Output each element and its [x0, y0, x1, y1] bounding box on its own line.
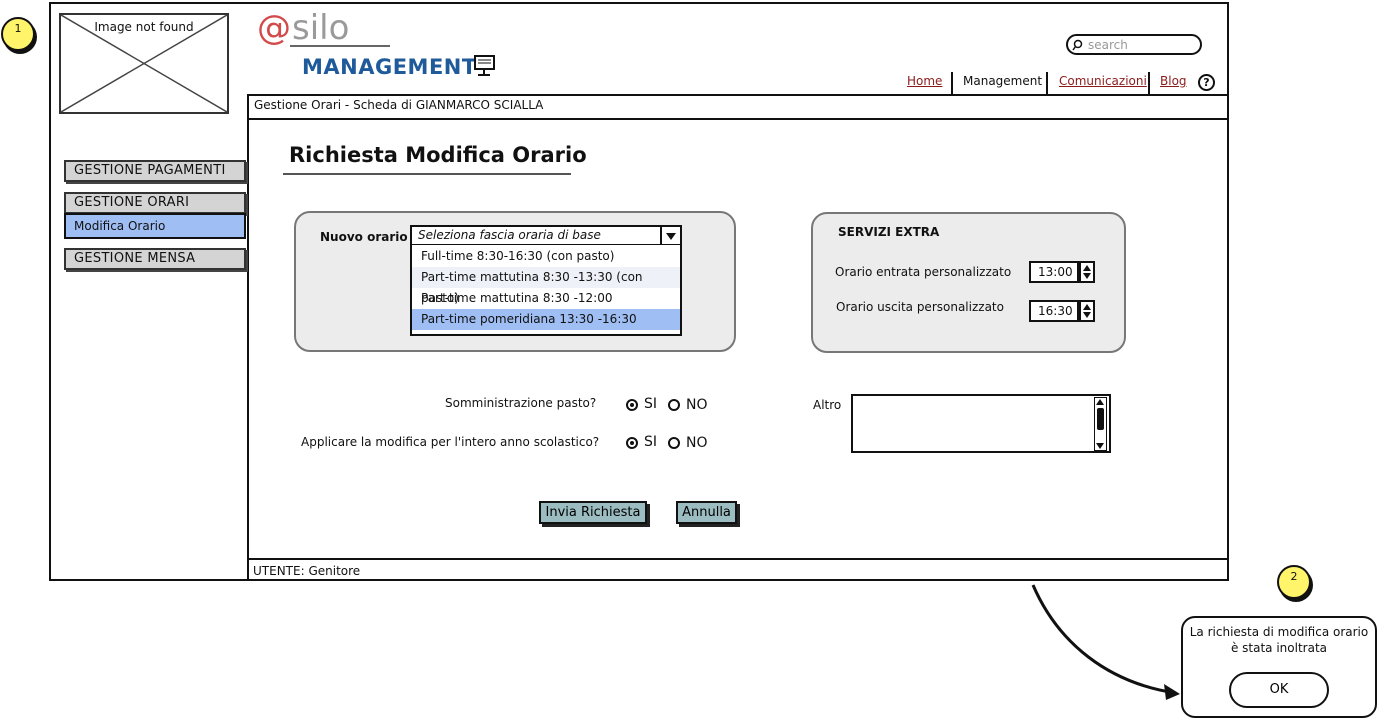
anno-no-label: NO — [686, 435, 708, 451]
dropdown-option[interactable]: Part-time mattutina 8:30 -13:30 (con pas… — [412, 267, 680, 305]
monitor-icon — [474, 55, 495, 76]
logo-name: silo — [292, 8, 350, 48]
dropdown-option[interactable]: Full-time 8:30-16:30 (con pasto) — [412, 246, 680, 267]
flow-arrow-icon — [1031, 584, 1180, 700]
help-icon[interactable]: ? — [1198, 74, 1215, 91]
logo-at: @ — [257, 8, 291, 48]
dropdown-option[interactable]: Part-time mattutina 8:30 -12:00 — [412, 288, 680, 309]
dialog-ok-button[interactable]: OK — [1229, 672, 1329, 708]
annotation-note-1: 1 — [1, 17, 35, 51]
nav-separator — [1148, 72, 1150, 94]
anno-no-radio[interactable] — [668, 437, 680, 449]
stepper-arrows-icon[interactable] — [1079, 261, 1095, 283]
annotation-number: 1 — [14, 22, 22, 35]
scroll-down-icon[interactable] — [1096, 443, 1104, 449]
altro-textarea[interactable] — [851, 394, 1111, 453]
footer-user-role: UTENTE: Genitore — [253, 564, 361, 578]
fascia-oraria-select[interactable]: Seleziona fascia oraria di base — [410, 225, 682, 246]
sidebar-item-gestione-pagamenti[interactable]: GESTIONE PAGAMENTI — [64, 160, 246, 182]
textarea-scrollbar[interactable] — [1094, 397, 1107, 451]
header-divider — [247, 94, 1229, 96]
nav-blog-link[interactable]: Blog — [1160, 74, 1187, 88]
stepper-arrows-icon[interactable] — [1079, 300, 1095, 322]
search-icon — [1072, 39, 1083, 51]
orario-entrata-label: Orario entrata personalizzato — [835, 265, 1012, 279]
orario-uscita-label: Orario uscita personalizzato — [836, 300, 1004, 314]
page-title: Richiesta Modifica Orario — [289, 143, 587, 167]
invia-richiesta-button[interactable]: Invia Richiesta — [539, 501, 647, 524]
sidebar-item-gestione-orari[interactable]: GESTIONE ORARI — [64, 192, 246, 214]
footer-divider — [247, 558, 1229, 560]
fascia-oraria-selected: Seleziona fascia oraria di base — [418, 228, 601, 242]
dialog-message: La richiesta di modifica orario è stata … — [1189, 625, 1369, 655]
image-placeholder: Image not found — [59, 13, 229, 114]
scrollbar-thumb[interactable] — [1097, 408, 1104, 430]
pasto-si-radio[interactable] — [626, 399, 638, 411]
nuovo-orario-label: Nuovo orario — [320, 230, 408, 244]
search-input[interactable] — [1086, 37, 1200, 53]
annotation-note-2: 2 — [1277, 565, 1311, 599]
fascia-oraria-dropdown: Full-time 8:30-16:30 (con pasto) Part-ti… — [410, 245, 682, 336]
pasto-question: Somministrazione pasto? — [445, 396, 597, 410]
anno-si-label: SI — [644, 434, 658, 450]
orario-entrata-stepper[interactable]: 13:00 — [1029, 261, 1095, 283]
annulla-button[interactable]: Annulla — [676, 501, 737, 524]
sidebar-divider — [247, 94, 249, 581]
scroll-up-icon[interactable] — [1096, 399, 1104, 405]
orario-uscita-value: 16:30 — [1038, 304, 1073, 318]
image-placeholder-text: Image not found — [94, 20, 194, 34]
annotation-number: 2 — [1290, 570, 1298, 583]
breadcrumb: Gestione Orari - Scheda di GIANMARCO SCI… — [254, 98, 544, 112]
orario-entrata-value: 13:00 — [1038, 265, 1073, 279]
sidebar-item-gestione-mensa[interactable]: GESTIONE MENSA — [64, 248, 246, 270]
title-underline — [283, 173, 571, 175]
pasto-si-label: SI — [644, 396, 658, 412]
nav-home-link[interactable]: Home — [907, 74, 942, 88]
dropdown-arrow-icon[interactable] — [660, 227, 680, 244]
logo-subtitle: MANAGEMENT — [302, 55, 477, 79]
nav-separator — [951, 72, 953, 94]
anno-question: Applicare la modifica per l'intero anno … — [301, 435, 600, 449]
sidebar-item-modifica-orario[interactable]: Modifica Orario — [64, 213, 246, 239]
nav-comunicazioni-link[interactable]: Comunicazioni — [1059, 74, 1147, 88]
logo-underline — [290, 45, 390, 47]
servizi-extra-title: SERVIZI EXTRA — [838, 225, 940, 239]
altro-label: Altro — [813, 398, 842, 412]
pasto-no-radio[interactable] — [668, 399, 680, 411]
dropdown-option-highlighted[interactable]: Part-time pomeridiana 13:30 -16:30 — [412, 309, 680, 330]
nav-management-tab[interactable]: Management — [963, 74, 1042, 88]
nav-separator — [1046, 72, 1048, 94]
anno-si-radio[interactable] — [626, 437, 638, 449]
orario-uscita-stepper[interactable]: 16:30 — [1029, 300, 1095, 322]
breadcrumb-divider — [247, 118, 1229, 120]
pasto-no-label: NO — [686, 397, 708, 413]
search-box[interactable] — [1066, 34, 1202, 55]
